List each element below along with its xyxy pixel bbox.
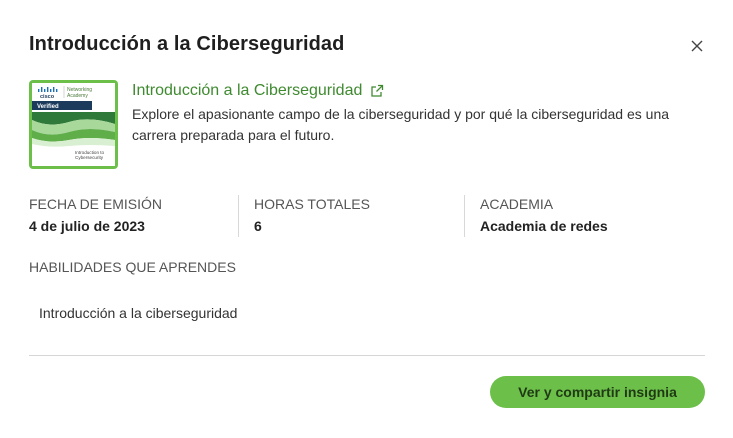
badge-program-line2: Academy	[67, 93, 88, 99]
badge-caption-line2: Cybersecurity	[75, 155, 104, 160]
academy-label: ACADEMIA	[480, 196, 554, 212]
footer-divider	[29, 355, 705, 356]
total-hours-value: 6	[254, 218, 262, 234]
course-title-link[interactable]: Introducción a la Ciberseguridad	[132, 82, 384, 100]
meta-divider	[464, 195, 465, 237]
issue-date-block: FECHA DE EMISIÓN 4 de julio de 2023	[29, 196, 162, 238]
course-title-text: Introducción a la Ciberseguridad	[132, 82, 363, 99]
course-badge-image: cisco Networking Academy Verified Introd…	[29, 80, 118, 169]
total-hours-block: HORAS TOTALES 6	[254, 196, 370, 238]
badge-dialog: Introducción a la Ciberseguridad cisco N…	[0, 0, 733, 438]
close-button[interactable]	[686, 35, 708, 57]
academy-value: Academia de redes	[480, 218, 608, 234]
badge-status-text: Verified	[37, 104, 59, 110]
skills-heading: HABILIDADES QUE APRENDES	[29, 259, 236, 275]
course-description: Explore el apasionante campo de la ciber…	[132, 106, 670, 143]
issue-date-value: 4 de julio de 2023	[29, 218, 145, 234]
external-link-icon	[371, 84, 384, 97]
badge-brand-text: cisco	[40, 94, 55, 100]
dialog-title: Introducción a la Ciberseguridad	[29, 33, 345, 55]
skill-item: Introducción a la ciberseguridad	[39, 305, 238, 321]
view-share-badge-button[interactable]: Ver y compartir insignia	[490, 376, 705, 408]
meta-divider	[238, 195, 239, 237]
close-icon	[691, 40, 703, 52]
issue-date-label: FECHA DE EMISIÓN	[29, 196, 163, 212]
total-hours-label: HORAS TOTALES	[254, 196, 370, 212]
academy-block: ACADEMIA Academia de redes	[480, 196, 608, 238]
